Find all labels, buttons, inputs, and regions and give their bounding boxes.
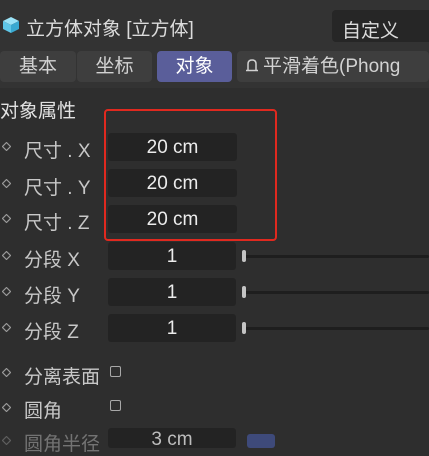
segments-x-slider-handle[interactable]	[242, 250, 246, 262]
object-title: 立方体对象 [立方体]	[26, 19, 194, 40]
segments-x-value: 1	[166, 246, 178, 267]
separate-surfaces-label: 分离表面	[24, 367, 101, 388]
segments-x-input[interactable]: 1	[108, 242, 236, 270]
tab-label: 坐标	[95, 56, 134, 77]
size-x-label: 尺寸 . X	[24, 141, 91, 162]
fillet-radius-slider-handle[interactable]	[247, 434, 275, 448]
segments-x-slider-track[interactable]	[244, 255, 429, 258]
tab-bar: 基本 坐标 对象 平滑着色(Phong	[0, 46, 429, 88]
keyframe-diamond-icon[interactable]	[2, 368, 11, 377]
tab-label: 基本	[18, 56, 57, 77]
separate-surfaces-checkbox[interactable]	[110, 366, 121, 377]
tab-phong-shading[interactable]: 平滑着色(Phong	[237, 51, 429, 82]
segments-y-slider-track[interactable]	[244, 291, 429, 294]
segments-z-slider-handle[interactable]	[242, 322, 246, 334]
segments-x-label: 分段 X	[24, 250, 80, 271]
mode-select-value: 自定义	[342, 21, 400, 42]
segments-z-slider-track[interactable]	[244, 327, 429, 330]
tab-object[interactable]: 对象	[157, 51, 232, 82]
size-z-label: 尺寸 . Z	[24, 213, 90, 234]
tab-coordinates[interactable]: 坐标	[77, 51, 152, 82]
size-y-label: 尺寸 . Y	[24, 178, 91, 199]
fillet-radius-input[interactable]: 3 cm	[108, 428, 236, 450]
tab-label: 平滑着色(Phong	[263, 56, 401, 77]
segments-y-label: 分段 Y	[24, 286, 80, 307]
segments-y-slider-handle[interactable]	[242, 286, 246, 298]
cube-icon	[3, 17, 19, 33]
fillet-radius-label: 圆角半径	[24, 434, 101, 455]
segments-y-value: 1	[166, 282, 178, 303]
segments-z-label: 分段 Z	[24, 322, 79, 343]
fillet-radius-value: 3 cm	[151, 429, 193, 450]
fillet-checkbox[interactable]	[110, 400, 121, 411]
keyframe-diamond-icon[interactable]	[2, 251, 11, 260]
title-bar: 立方体对象 [立方体] 自定义	[0, 0, 429, 46]
segments-y-input[interactable]: 1	[108, 278, 236, 306]
segments-z-value: 1	[166, 318, 178, 339]
tab-basic[interactable]: 基本	[0, 51, 76, 82]
fillet-label: 圆角	[24, 401, 63, 422]
keyframe-diamond-icon[interactable]	[2, 142, 11, 151]
highlight-annotation	[104, 109, 277, 241]
keyframe-diamond-icon[interactable]	[2, 214, 11, 223]
keyframe-diamond-icon	[2, 436, 11, 445]
segments-z-input[interactable]: 1	[108, 314, 236, 342]
keyframe-diamond-icon[interactable]	[2, 403, 11, 412]
keyframe-diamond-icon[interactable]	[2, 179, 11, 188]
bell-icon	[246, 59, 258, 72]
mode-select[interactable]: 自定义	[332, 10, 429, 42]
keyframe-diamond-icon[interactable]	[2, 323, 11, 332]
keyframe-diamond-icon[interactable]	[2, 287, 11, 296]
tab-label: 对象	[175, 56, 214, 77]
section-title: 对象属性	[0, 101, 77, 122]
